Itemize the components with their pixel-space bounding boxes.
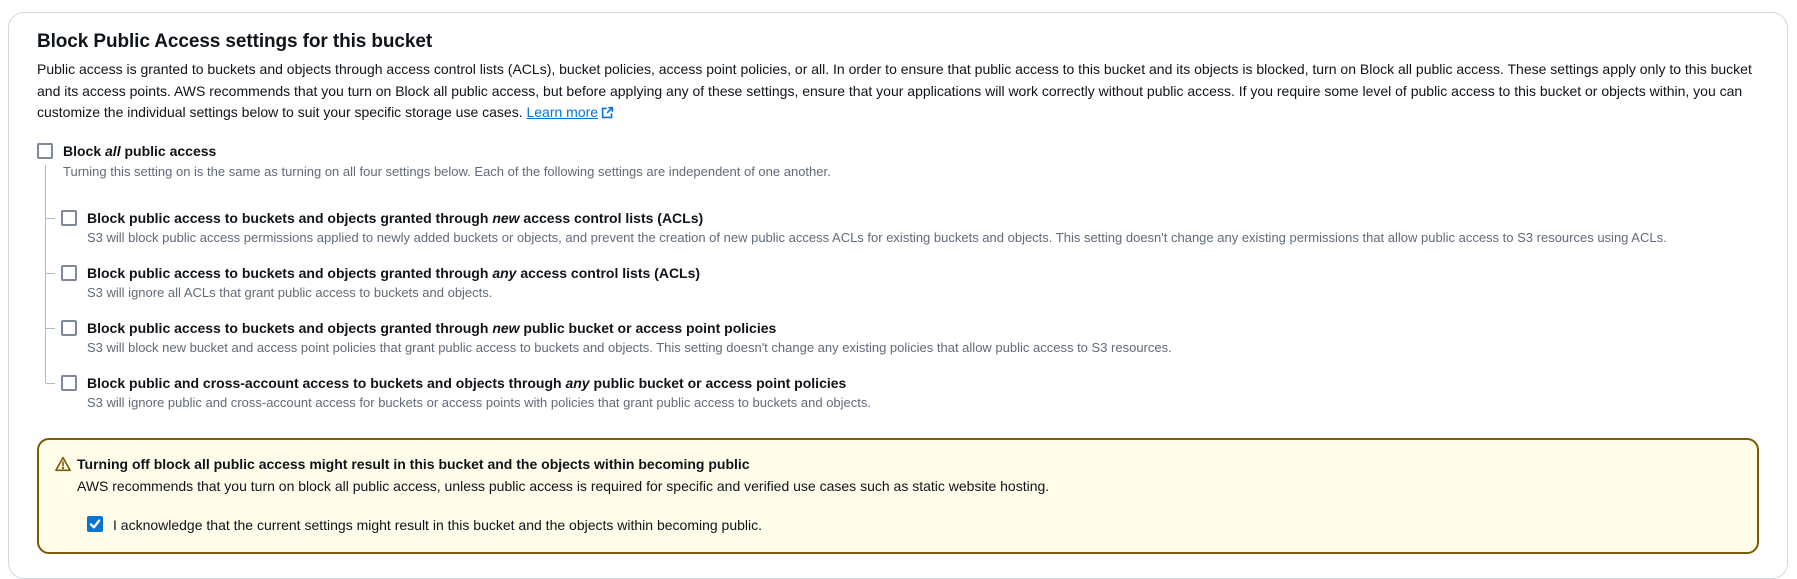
- sub-settings-tree: Turning this setting on is the same as t…: [37, 163, 1759, 412]
- check-icon: [89, 518, 101, 530]
- label-prefix: Block public and cross-account access to…: [87, 375, 565, 391]
- label-suffix: access control lists (ACLs): [516, 265, 700, 281]
- panel-title: Block Public Access settings for this bu…: [37, 31, 1759, 53]
- label-prefix: Block public access to buckets and objec…: [87, 320, 492, 336]
- setting-block-any-acls: Block public access to buckets and objec…: [37, 264, 1759, 302]
- block-any-policies-label[interactable]: Block public and cross-account access to…: [87, 374, 1759, 392]
- block-new-acls-label[interactable]: Block public access to buckets and objec…: [87, 209, 1759, 227]
- block-all-label[interactable]: Block all public access: [63, 142, 216, 160]
- warning-description: AWS recommends that you turn on block al…: [77, 477, 1739, 496]
- panel-description: Public access is granted to buckets and …: [37, 59, 1759, 124]
- panel-description-text: Public access is granted to buckets and …: [37, 61, 1752, 120]
- block-new-policies-description: S3 will block new bucket and access poin…: [87, 339, 1759, 357]
- block-public-access-panel: Block Public Access settings for this bu…: [8, 12, 1788, 579]
- acknowledge-row: I acknowledge that the current settings …: [87, 516, 1739, 534]
- label-suffix: public bucket or access point policies: [590, 375, 847, 391]
- block-any-acls-checkbox[interactable]: [61, 265, 77, 281]
- block-new-policies-checkbox[interactable]: [61, 320, 77, 336]
- label-italic: any: [565, 375, 589, 391]
- label-italic: new: [492, 320, 519, 336]
- label-prefix: Block public access to buckets and objec…: [87, 265, 492, 281]
- label-suffix: public access: [121, 143, 217, 159]
- warning-triangle-icon: [55, 456, 71, 472]
- label-italic: new: [492, 210, 519, 226]
- block-new-acls-checkbox[interactable]: [61, 210, 77, 226]
- label-italic: all: [105, 143, 121, 159]
- acknowledge-checkbox[interactable]: [87, 516, 103, 532]
- acknowledge-label[interactable]: I acknowledge that the current settings …: [113, 516, 762, 534]
- label-suffix: access control lists (ACLs): [520, 210, 704, 226]
- learn-more-link[interactable]: Learn more: [526, 104, 614, 120]
- block-all-setting: Block all public access Turning this set…: [37, 142, 1759, 412]
- setting-block-new-acls: Block public access to buckets and objec…: [37, 209, 1759, 247]
- block-any-policies-description: S3 will ignore public and cross-account …: [87, 394, 1759, 412]
- block-all-description: Turning this setting on is the same as t…: [63, 163, 1759, 181]
- label-suffix: public bucket or access point policies: [520, 320, 777, 336]
- external-link-icon: [601, 106, 614, 119]
- block-any-acls-label[interactable]: Block public access to buckets and objec…: [87, 264, 1759, 282]
- block-any-acls-description: S3 will ignore all ACLs that grant publi…: [87, 284, 1759, 302]
- label-prefix: Block: [63, 143, 105, 159]
- learn-more-label: Learn more: [526, 104, 598, 120]
- setting-block-new-policies: Block public access to buckets and objec…: [37, 319, 1759, 357]
- block-any-policies-checkbox[interactable]: [61, 375, 77, 391]
- label-italic: any: [492, 265, 516, 281]
- block-new-policies-label[interactable]: Block public access to buckets and objec…: [87, 319, 1759, 337]
- label-prefix: Block public access to buckets and objec…: [87, 210, 492, 226]
- public-access-warning-alert: Turning off block all public access migh…: [37, 438, 1759, 554]
- block-new-acls-description: S3 will block public access permissions …: [87, 229, 1759, 247]
- setting-block-any-policies: Block public and cross-account access to…: [37, 374, 1759, 412]
- warning-title: Turning off block all public access migh…: [77, 455, 750, 474]
- block-all-checkbox[interactable]: [37, 143, 53, 159]
